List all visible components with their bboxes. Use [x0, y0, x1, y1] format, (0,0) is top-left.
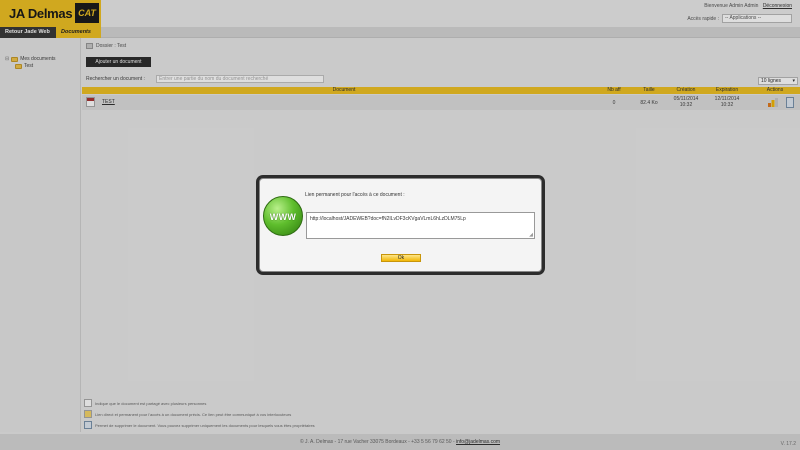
resize-handle-icon[interactable]: ◢	[529, 232, 533, 238]
permanent-link-dialog: WWW Lien permanent pour l'accès à ce doc…	[259, 178, 542, 272]
www-globe-icon: WWW	[263, 196, 303, 236]
ok-button[interactable]: Ok	[381, 254, 421, 262]
permanent-link-value: http://localhost/JADEWEB?doc=fN2ILvDF3cK…	[310, 216, 466, 222]
dialog-label: Lien permanent pour l'accès à ce documen…	[305, 192, 405, 198]
permanent-link-textarea[interactable]: http://localhost/JADEWEB?doc=fN2ILvDF3cK…	[306, 212, 535, 239]
